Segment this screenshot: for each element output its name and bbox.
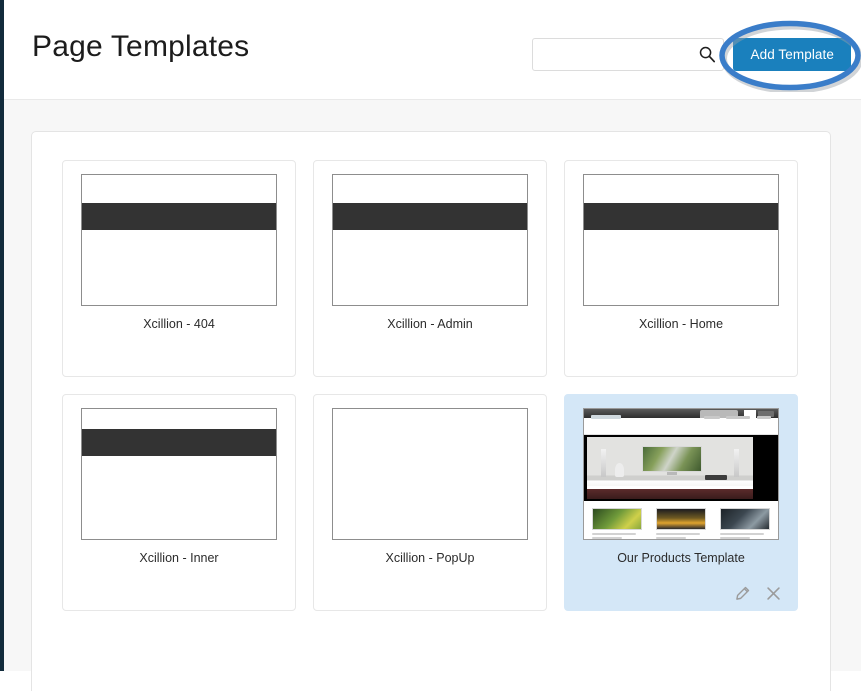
template-card[interactable]: Xcillion - Inner xyxy=(62,394,296,611)
preview-product-thumb xyxy=(656,508,706,530)
wireframe-header-bar xyxy=(82,203,276,230)
preview-product-caption xyxy=(592,537,622,539)
template-card[interactable]: Xcillion - 404 xyxy=(62,160,296,377)
preview-product-caption xyxy=(720,537,750,539)
thumbnail-holder xyxy=(314,174,546,306)
preview-lamp xyxy=(615,463,624,477)
preview-thumbnail xyxy=(583,408,779,540)
thumbnail-holder xyxy=(63,408,295,540)
card-actions xyxy=(735,586,781,601)
template-name: Xcillion - Admin xyxy=(387,317,473,331)
preview-nav-link xyxy=(726,416,750,419)
template-name: Our Products Template xyxy=(617,551,745,565)
add-template-button[interactable]: Add Template xyxy=(733,38,851,71)
template-card-selected[interactable]: Our Products Template xyxy=(564,394,798,611)
thumbnail-holder xyxy=(565,174,797,306)
thumbnail-holder xyxy=(314,408,546,540)
wireframe-thumbnail xyxy=(583,174,779,306)
preview-product-thumb xyxy=(720,508,770,530)
template-name: Xcillion - 404 xyxy=(143,317,215,331)
templates-grid: Xcillion - 404 Xcillion - Admin Xcillion… xyxy=(62,160,798,611)
preview-television xyxy=(642,446,702,472)
preview-product-caption xyxy=(656,533,700,535)
preview-nav-link xyxy=(704,416,720,419)
preview-speaker-left xyxy=(601,449,606,477)
preview-product-thumb xyxy=(592,508,642,530)
preview-speaker-right xyxy=(734,449,739,477)
left-edge-rail xyxy=(0,0,4,671)
preview-product-caption xyxy=(720,533,764,535)
template-name: Xcillion - Home xyxy=(638,317,724,331)
preview-media-console xyxy=(705,475,727,480)
wireframe-thumbnail-blank xyxy=(332,408,528,540)
header-actions: Add Template xyxy=(532,38,851,71)
preview-nav-link xyxy=(757,416,771,419)
page-title: Page Templates xyxy=(32,30,250,63)
preview-site-logo xyxy=(591,415,621,419)
wireframe-thumbnail xyxy=(332,174,528,306)
preview-product-caption xyxy=(656,537,686,539)
preview-shelf xyxy=(587,486,753,489)
wireframe-header-bar xyxy=(82,429,276,456)
preview-product-caption xyxy=(592,533,636,535)
wireframe-header-bar xyxy=(584,203,778,230)
template-card[interactable]: Xcillion - PopUp xyxy=(313,394,547,611)
template-name: Xcillion - PopUp xyxy=(385,551,475,565)
template-name: Xcillion - Inner xyxy=(139,551,219,565)
thumbnail-holder xyxy=(565,408,797,540)
preview-tv-stand xyxy=(667,472,677,475)
page-body: Xcillion - 404 Xcillion - Admin Xcillion… xyxy=(4,100,861,691)
template-card[interactable]: Xcillion - Home xyxy=(564,160,798,377)
template-card[interactable]: Xcillion - Admin xyxy=(313,160,547,377)
thumbnail-holder xyxy=(63,174,295,306)
wireframe-thumbnail xyxy=(81,408,277,540)
app-container: Page Templates Add Template Xcillion - 4… xyxy=(4,0,861,691)
delete-icon[interactable] xyxy=(766,586,781,601)
wireframe-header-bar xyxy=(333,203,527,230)
preview-product-row xyxy=(584,501,778,539)
wireframe-thumbnail xyxy=(81,174,277,306)
page-header: Page Templates Add Template xyxy=(4,0,861,100)
preview-site-nav xyxy=(584,418,778,435)
search-input[interactable] xyxy=(532,38,725,71)
edit-icon[interactable] xyxy=(735,586,750,601)
templates-panel: Xcillion - 404 Xcillion - Admin Xcillion… xyxy=(31,131,831,691)
search-box xyxy=(532,38,725,71)
preview-livingroom-image xyxy=(587,437,753,499)
